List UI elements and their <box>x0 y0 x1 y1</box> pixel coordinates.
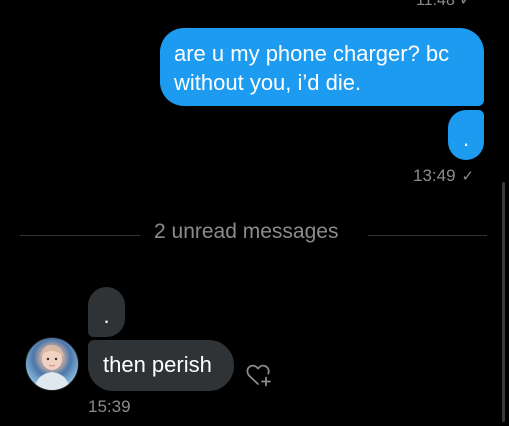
unread-messages-label: 2 unread messages <box>154 220 339 243</box>
top-partial-timestamp: 11:48 ✓ <box>416 0 473 9</box>
outgoing-message-bubble-dot[interactable]: . <box>448 110 484 160</box>
incoming-message-text: then perish <box>103 352 212 377</box>
heart-plus-icon[interactable] <box>245 362 273 388</box>
sent-check-icon: ✓ <box>461 168 475 185</box>
incoming-dot-text: . <box>103 303 110 328</box>
outgoing-message-meta: 13:49 ✓ <box>413 166 474 186</box>
scrollbar[interactable] <box>502 182 505 422</box>
outgoing-timestamp: 13:49 <box>413 166 456 185</box>
unread-divider-line-left <box>20 235 140 236</box>
incoming-message-bubble[interactable]: then perish <box>88 340 234 391</box>
incoming-message-bubble-dot[interactable]: . <box>88 287 125 337</box>
outgoing-message-bubble[interactable]: are u my phone charger? bc without you, … <box>160 28 484 106</box>
avatar-portrait-icon <box>34 344 70 390</box>
unread-divider-line-right <box>368 235 487 236</box>
outgoing-dot-text: . <box>462 126 470 151</box>
incoming-timestamp: 15:39 <box>88 397 131 416</box>
outgoing-message-text: are u my phone charger? bc without you, … <box>174 41 450 95</box>
avatar[interactable] <box>25 337 79 391</box>
